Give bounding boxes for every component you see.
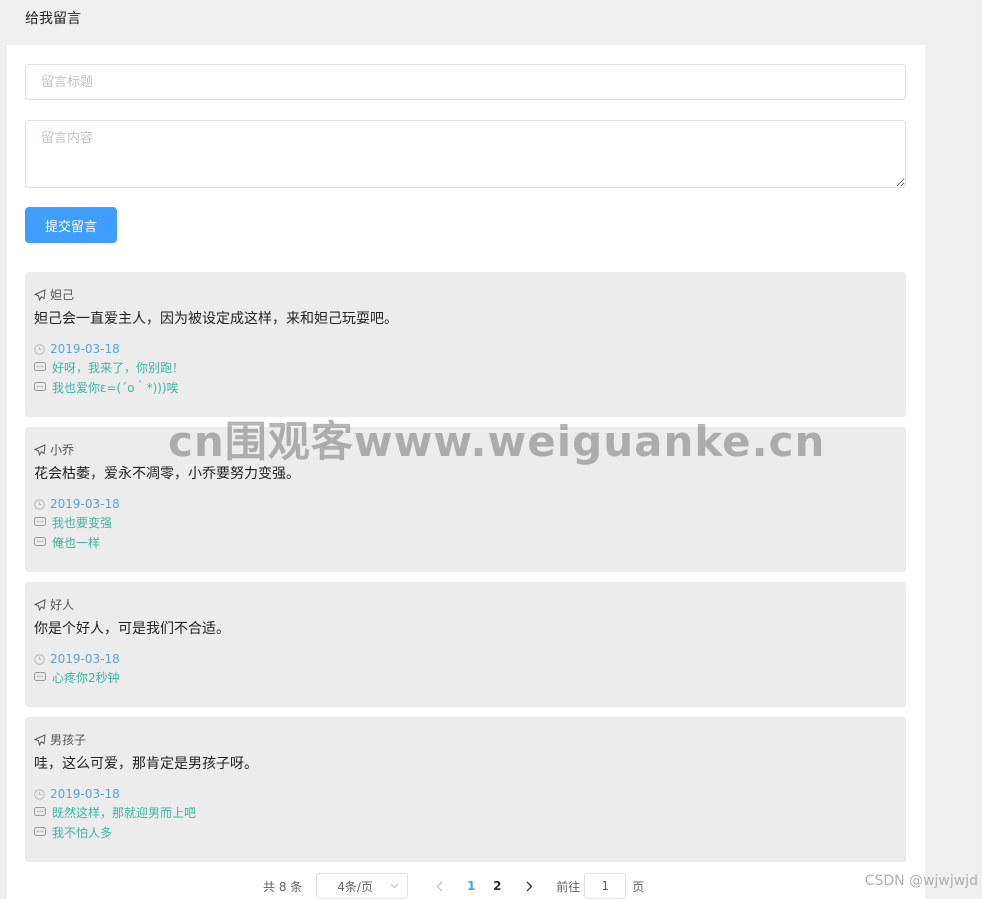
message-date: 2019-03-18 [50, 342, 120, 356]
chevron-left-icon [436, 881, 443, 891]
total-count: 共 8 条 [263, 879, 303, 894]
message-date: 2019-03-18 [50, 497, 120, 511]
chat-bubble-icon [34, 827, 46, 836]
title-input[interactable] [25, 64, 906, 100]
reply-text: 我也爱你ε=(´ο｀*)))唉 [52, 380, 179, 395]
chat-bubble-icon [34, 382, 46, 391]
reply-text: 我不怕人多 [52, 825, 113, 840]
message-author: 男孩子 [50, 733, 87, 747]
reply-item: 我也要变强 [34, 512, 897, 532]
reply-item: 心疼你2秒钟 [34, 667, 897, 687]
message-card: 好人 你是个好人，可是我们不合适。 2019-03-18 心疼你2秒钟 [25, 582, 906, 707]
message-content: 哇，这么可爱，那肯定是男孩子呀。 [34, 756, 258, 772]
reply-text: 俺也一样 [52, 535, 101, 550]
next-page-button[interactable] [518, 873, 540, 899]
page-size-value: 4条/页 [337, 879, 373, 894]
reply-item: 俺也一样 [34, 532, 897, 552]
page-number-2[interactable]: 2 [484, 879, 510, 893]
reply-text: 我也要变强 [52, 515, 113, 530]
message-card: 男孩子 哇，这么可爱，那肯定是男孩子呀。 2019-03-18 既然这样，那就迎… [25, 717, 906, 862]
message-content: 花会枯萎，爱永不凋零，小乔要努力变强。 [34, 466, 300, 482]
page-suffix: 页 [632, 879, 645, 894]
submit-button[interactable]: 提交留言 [25, 207, 117, 243]
message-date: 2019-03-18 [50, 787, 120, 801]
chat-bubble-icon [34, 517, 46, 526]
message-content: 妲己会一直爱主人，因为被设定成这样，来和妲己玩耍吧。 [34, 311, 398, 327]
chat-bubble-icon [34, 537, 46, 546]
paper-plane-icon [34, 443, 46, 456]
message-date: 2019-03-18 [50, 652, 120, 666]
reply-text: 既然这样，那就迎男而上吧 [52, 805, 197, 820]
content-input[interactable] [25, 120, 906, 188]
goto-page-input[interactable] [584, 873, 627, 899]
reply-item: 既然这样，那就迎男而上吧 [34, 802, 897, 822]
page-number-1[interactable]: 1 [458, 879, 484, 893]
paper-plane-icon [34, 598, 46, 611]
csdn-watermark: CSDN @wjwjwjd [864, 873, 978, 889]
page: 给我留言 提交留言 妲己 妲己会一直爱主人，因为被设定成这样，来和妲己玩耍吧。 … [0, 0, 982, 899]
prev-page-button[interactable] [428, 873, 450, 899]
clock-icon [34, 343, 45, 355]
goto-label: 前往 [556, 879, 581, 894]
chat-bubble-icon [34, 362, 46, 371]
reply-text: 心疼你2秒钟 [52, 670, 120, 685]
page-title: 给我留言 [25, 11, 81, 27]
paper-plane-icon [34, 288, 46, 301]
message-card: 小乔 花会枯萎，爱永不凋零，小乔要努力变强。 2019-03-18 我也要变强 [25, 427, 906, 572]
clock-icon [34, 653, 45, 665]
chat-bubble-icon [34, 807, 46, 816]
message-card: 妲己 妲己会一直爱主人，因为被设定成这样，来和妲己玩耍吧。 2019-03-18… [25, 272, 906, 417]
chevron-down-icon [390, 883, 399, 889]
chat-bubble-icon [34, 672, 46, 681]
pagination: 共 8 条 4条/页 1 2 前往 页 [263, 873, 644, 899]
reply-item: 好呀，我来了，你别跑！ [34, 357, 897, 377]
page-size-select[interactable]: 4条/页 [316, 873, 409, 899]
reply-item: 我不怕人多 [34, 822, 897, 842]
reply-text: 好呀，我来了，你别跑！ [52, 360, 185, 375]
paper-plane-icon [34, 733, 46, 746]
chevron-right-icon [526, 881, 533, 891]
message-author: 好人 [50, 598, 75, 612]
clock-icon [34, 498, 45, 510]
message-author: 妲己 [50, 288, 75, 302]
message-content: 你是个好人，可是我们不合适。 [34, 621, 230, 637]
message-author: 小乔 [50, 443, 75, 457]
message-panel: 提交留言 妲己 妲己会一直爱主人，因为被设定成这样，来和妲己玩耍吧。 2019-… [7, 45, 925, 899]
reply-item: 我也爱你ε=(´ο｀*)))唉 [34, 377, 897, 397]
clock-icon [34, 788, 45, 800]
